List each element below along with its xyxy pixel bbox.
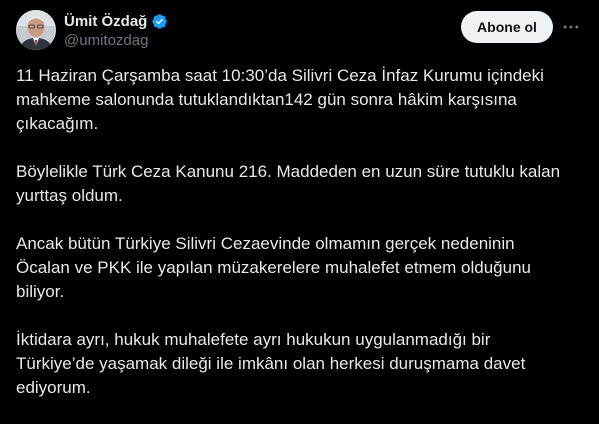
tweet-paragraph: 11 Haziran Çarşamba saat 10:30’da Silivr… — [16, 66, 544, 133]
tweet-paragraph: İktidara ayrı, hukuk muhalefete ayrı huk… — [16, 330, 526, 397]
author-name-row[interactable]: Ümit Özdağ — [64, 11, 168, 31]
verified-badge-icon — [151, 13, 168, 30]
tweet-text: 11 Haziran Çarşamba saat 10:30’da Silivr… — [16, 64, 586, 424]
author-display-name[interactable]: Ümit Özdağ — [64, 13, 147, 30]
more-options-button[interactable] — [558, 16, 584, 38]
avatar-image — [16, 10, 56, 50]
follow-button[interactable]: Abone ol — [461, 11, 553, 43]
tweet-paragraph: Ancak bütün Türkiye Silivri Cezaevinde o… — [16, 234, 532, 301]
avatar[interactable] — [16, 10, 56, 50]
tweet-paragraph: Böylelikle Türk Ceza Kanunu 216. Maddede… — [16, 162, 561, 205]
tweet-card: Ümit Özdağ @umitozdag Abone ol 11 Hazira… — [0, 0, 599, 420]
more-horizontal-icon — [563, 25, 579, 29]
author-handle[interactable]: @umitozdag — [64, 32, 148, 49]
